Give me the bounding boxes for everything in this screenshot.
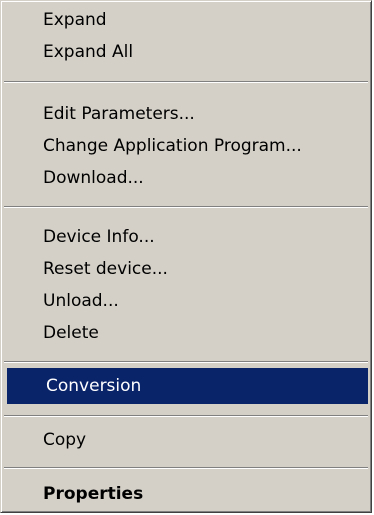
menu-item-expand-all[interactable]: Expand All: [4, 36, 368, 68]
menu-separator: [4, 361, 368, 363]
menu-separator: [4, 81, 368, 83]
menu-item-conversion[interactable]: Conversion: [7, 368, 368, 404]
menu-item-change-application-program[interactable]: Change Application Program...: [4, 130, 368, 162]
menu-item-unload[interactable]: Unload...: [4, 285, 368, 317]
menu-separator: [4, 467, 368, 469]
menu-separator: [4, 206, 368, 208]
menu-item-edit-parameters[interactable]: Edit Parameters...: [4, 98, 368, 130]
menu-item-device-info[interactable]: Device Info...: [4, 221, 368, 253]
menu-item-expand[interactable]: Expand: [4, 4, 368, 36]
context-menu: Expand Expand All Edit Parameters... Cha…: [0, 0, 372, 513]
menu-item-reset-device[interactable]: Reset device...: [4, 253, 368, 285]
menu-item-download[interactable]: Download...: [4, 162, 368, 194]
menu-item-copy[interactable]: Copy: [4, 424, 368, 456]
menu-separator: [4, 415, 368, 417]
menu-item-properties[interactable]: Properties: [4, 478, 368, 510]
menu-item-delete[interactable]: Delete: [4, 317, 368, 349]
